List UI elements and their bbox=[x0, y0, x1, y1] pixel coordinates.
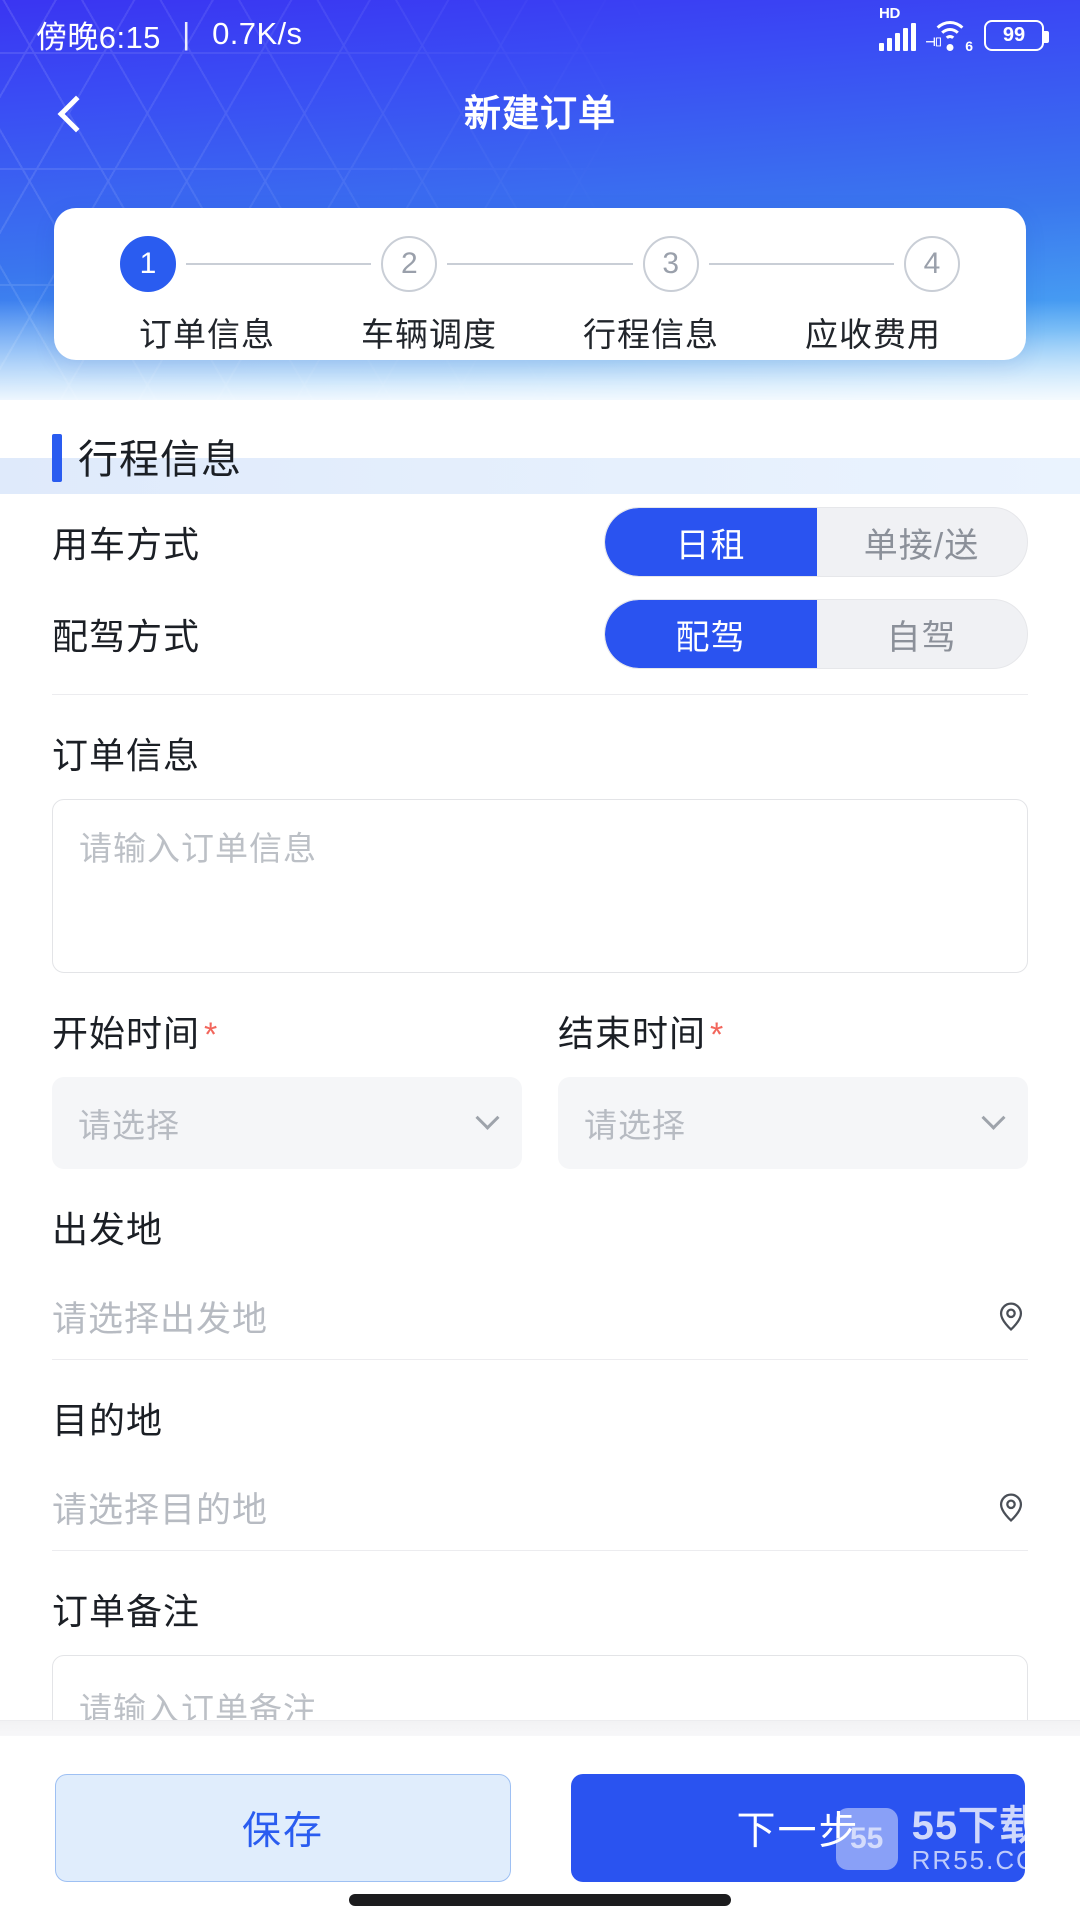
step-node-4[interactable]: 4 bbox=[903, 236, 960, 292]
order-info-field: 订单信息 请输入订单信息 bbox=[0, 727, 1080, 973]
section-header: 行程信息 bbox=[0, 422, 1080, 496]
rental-mode-option-pickup[interactable]: 单接/送 bbox=[816, 508, 1027, 576]
chevron-down-icon bbox=[475, 1105, 500, 1130]
end-time-required-mark: * bbox=[710, 1016, 725, 1054]
step-node-1[interactable]: 1 bbox=[120, 236, 176, 292]
destination-label: 目的地 bbox=[52, 1400, 164, 1441]
step-number-2: 2 bbox=[400, 247, 418, 280]
status-time: 傍晚6:15 bbox=[36, 19, 161, 55]
wifi-icon: ⊣⌷ 6 bbox=[925, 19, 973, 54]
destination-underline bbox=[52, 1550, 1028, 1551]
end-time-label: 结束时间 * bbox=[558, 1005, 1028, 1057]
battery-icon: 99 bbox=[984, 20, 1049, 51]
driver-mode-row: 配驾方式 配驾 自驾 bbox=[0, 588, 1080, 680]
hd-label: HD bbox=[879, 5, 901, 22]
order-info-input[interactable]: 请输入订单信息 bbox=[52, 799, 1028, 973]
origin-value: 请选择出发地 bbox=[52, 1299, 269, 1339]
step-number-1: 1 bbox=[139, 247, 157, 280]
bottom-bar-separator bbox=[0, 1720, 1080, 1736]
wifi-generation-label: 6 bbox=[965, 38, 973, 54]
origin-picker[interactable]: 请选择出发地 bbox=[0, 1273, 1080, 1359]
time-fields-labels: 开始时间 * 结束时间 * bbox=[0, 973, 1080, 1077]
status-netspeed: 0.7K/s bbox=[212, 16, 303, 51]
driver-mode-label: 配驾方式 bbox=[52, 616, 201, 657]
rental-mode-label: 用车方式 bbox=[52, 524, 201, 565]
step-label-4: 应收费用 bbox=[805, 316, 941, 353]
battery-level: 99 bbox=[1002, 24, 1026, 46]
signal-bars-icon bbox=[879, 23, 916, 51]
driver-mode-segmented[interactable]: 配驾 自驾 bbox=[604, 599, 1028, 669]
location-pin-icon[interactable] bbox=[994, 1299, 1028, 1333]
status-bar-right: HD ⊣⌷ 6 99 bbox=[879, 5, 1049, 54]
section-accent-bar bbox=[52, 434, 62, 482]
section-title: 行程信息 bbox=[78, 438, 242, 482]
origin-underline bbox=[52, 1359, 1028, 1360]
step-label-2: 车辆调度 bbox=[361, 316, 497, 353]
step-number-3: 3 bbox=[662, 247, 679, 280]
step-connector-1 bbox=[186, 263, 372, 265]
save-button[interactable]: 保存 bbox=[55, 1774, 511, 1882]
chevron-down-icon bbox=[981, 1105, 1006, 1130]
end-time-picker[interactable]: 请选择 bbox=[558, 1077, 1028, 1169]
destination-field: 目的地 bbox=[0, 1392, 1080, 1444]
location-pin-icon[interactable] bbox=[994, 1490, 1028, 1524]
destination-value: 请选择目的地 bbox=[52, 1490, 269, 1530]
origin-field: 出发地 bbox=[0, 1201, 1080, 1253]
start-time-picker[interactable]: 请选择 bbox=[52, 1077, 522, 1169]
start-time-value: 请选择 bbox=[78, 1107, 180, 1144]
start-time-required-mark: * bbox=[204, 1016, 219, 1054]
start-time-label: 开始时间 * bbox=[52, 1005, 522, 1057]
next-step-button[interactable]: 下一步 bbox=[571, 1774, 1025, 1882]
step-number-4: 4 bbox=[923, 247, 941, 280]
status-bar-left: 傍晚6:15 丨 0.7K/s bbox=[36, 12, 302, 57]
driver-mode-option-selfdrive[interactable]: 自驾 bbox=[816, 600, 1027, 668]
stepper-labels: 订单信息 车辆调度 行程信息 应收费用 bbox=[54, 308, 1026, 356]
driver-mode-option-withdriver[interactable]: 配驾 bbox=[605, 600, 816, 668]
origin-label: 出发地 bbox=[52, 1209, 164, 1250]
bottom-action-bar: 保存 下一步 bbox=[0, 1736, 1080, 1920]
step-label-3: 行程信息 bbox=[583, 316, 719, 353]
step-node-2[interactable]: 2 bbox=[381, 236, 438, 292]
home-indicator bbox=[349, 1894, 731, 1906]
step-node-3[interactable]: 3 bbox=[642, 236, 699, 292]
end-time-label-text: 结束时间 bbox=[558, 1013, 707, 1054]
status-bar: 傍晚6:15 丨 0.7K/s HD ⊣⌷ 6 99 bbox=[0, 0, 1080, 68]
nav-bar: 新建订单 bbox=[0, 68, 1080, 160]
rental-mode-segmented[interactable]: 日租 单接/送 bbox=[604, 507, 1028, 577]
stepper-nodes: 1 2 3 4 bbox=[54, 236, 1026, 292]
destination-picker[interactable]: 请选择目的地 bbox=[0, 1464, 1080, 1550]
toggles-divider bbox=[52, 694, 1028, 695]
stepper-card: 1 2 3 4 订单信息 车辆调度 行程信息 应收费用 bbox=[54, 208, 1026, 360]
order-info-label: 订单信息 bbox=[52, 735, 201, 776]
status-separator: 丨 bbox=[170, 19, 203, 55]
app-root: 傍晚6:15 丨 0.7K/s HD ⊣⌷ 6 99 新建订单 1 2 3 4 … bbox=[0, 0, 1080, 1920]
rental-mode-option-daily[interactable]: 日租 bbox=[605, 508, 816, 576]
start-time-label-text: 开始时间 bbox=[52, 1013, 201, 1054]
rental-mode-row: 用车方式 日租 单接/送 bbox=[0, 496, 1080, 588]
signal-icon: HD bbox=[879, 5, 916, 51]
step-connector-3 bbox=[708, 263, 894, 265]
step-connector-2 bbox=[447, 263, 633, 265]
remark-label: 订单备注 bbox=[52, 1591, 201, 1632]
time-pickers-row: 请选择 请选择 bbox=[0, 1077, 1080, 1169]
page-title: 新建订单 bbox=[464, 93, 616, 134]
end-time-value: 请选择 bbox=[584, 1107, 686, 1144]
form-body: 行程信息 用车方式 日租 单接/送 配驾方式 配驾 自驾 订单信息 请输入订单信… bbox=[0, 400, 1080, 1820]
step-label-1: 订单信息 bbox=[139, 316, 275, 353]
